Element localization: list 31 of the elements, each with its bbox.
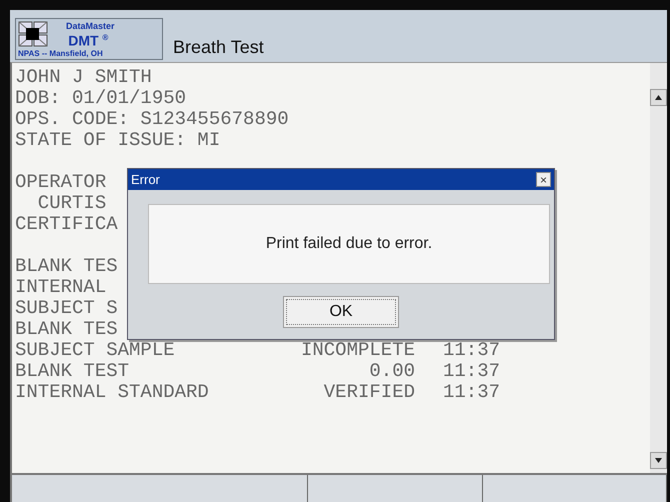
- close-button[interactable]: ×: [536, 172, 551, 187]
- brand-name: DataMaster: [66, 21, 115, 31]
- location-label: NPAS -- Mansfield, OH: [18, 49, 103, 58]
- report-line: CERTIFICA: [15, 214, 118, 235]
- result-value: INCOMPLETE: [300, 340, 415, 361]
- result-time: 11:37: [443, 361, 500, 382]
- report-line: STATE OF ISSUE: MI: [15, 130, 220, 151]
- squares-logo-icon: [18, 21, 48, 47]
- error-message: Print failed due to error.: [148, 204, 550, 284]
- report-line: BLANK TES: [15, 256, 118, 277]
- result-time: 11:37: [443, 340, 500, 361]
- scroll-up-icon[interactable]: [650, 89, 667, 106]
- report-line: SUBJECT S: [15, 298, 118, 319]
- dialog-title: Error: [131, 172, 160, 187]
- report-line: BLANK TES: [15, 319, 118, 340]
- result-value: 0.00: [369, 361, 415, 382]
- scroll-down-icon[interactable]: [650, 452, 667, 469]
- ok-button[interactable]: OK: [283, 296, 399, 328]
- report-line: DOB: 01/01/1950: [15, 88, 186, 109]
- result-value: VERIFIED: [324, 382, 415, 403]
- report-line: INTERNAL STANDARD: [15, 382, 209, 403]
- report-line: JOHN J SMITH: [15, 67, 152, 88]
- report-line: BLANK TEST: [15, 361, 130, 382]
- report-line: SUBJECT SAMPLE: [15, 340, 175, 361]
- report-line: OPERATOR: [15, 172, 106, 193]
- report-line: OPS. CODE: S123455678890: [15, 109, 289, 130]
- screen-title: Breath Test: [173, 37, 264, 58]
- report-line: INTERNAL: [15, 277, 106, 298]
- model-name: DMT $^{®}$: [68, 32, 108, 48]
- result-time: 11:37: [443, 382, 500, 403]
- report-line: CURTIS: [36, 193, 106, 214]
